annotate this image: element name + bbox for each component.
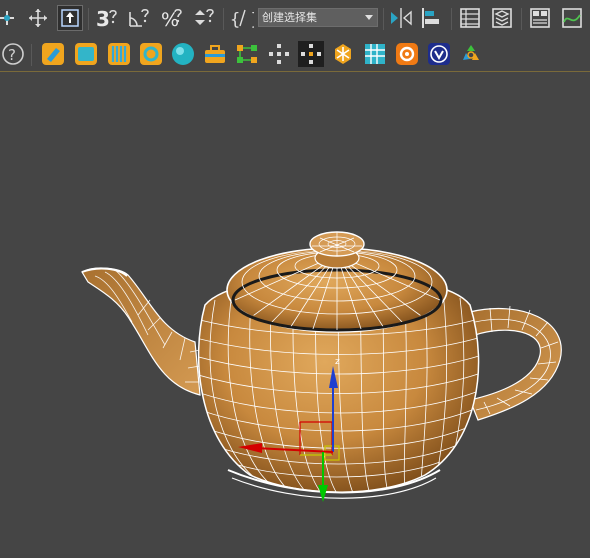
link-icon[interactable] [0, 5, 20, 31]
render-icon[interactable] [394, 41, 420, 67]
plugin-toolbar: ? [0, 36, 590, 116]
help-icon[interactable]: ? [0, 41, 26, 67]
eraser-icon[interactable] [40, 41, 66, 67]
main-toolbar: 3 % { } 创建选择集 [0, 0, 590, 36]
teapot-handle [469, 305, 562, 421]
svg-text:z: z [335, 357, 340, 367]
separator [383, 8, 384, 30]
spinner-snap-icon[interactable] [192, 5, 218, 31]
recycle-icon[interactable] [458, 41, 484, 67]
separator [31, 44, 32, 66]
gear-icon[interactable] [138, 41, 164, 67]
scatter-icon[interactable] [266, 41, 292, 67]
select-arrow-icon [61, 9, 79, 27]
scatter-selected-icon[interactable] [298, 41, 324, 67]
separator [88, 8, 89, 30]
move-icon[interactable] [25, 5, 51, 31]
mirror-icon[interactable] [388, 5, 414, 31]
svg-text:%: % [161, 9, 179, 30]
percent-snap-button[interactable]: % [160, 5, 186, 31]
align-icon[interactable] [418, 5, 444, 31]
named-selection-value: 创建选择集 [262, 11, 317, 24]
snowflake-icon[interactable] [330, 41, 356, 67]
braces-icon[interactable]: { } [228, 5, 254, 31]
teapot-scene: z [81, 231, 562, 502]
snap-3d-button[interactable]: 3 [95, 5, 121, 31]
svg-text:3: 3 [96, 7, 110, 30]
grid-icon[interactable] [362, 41, 388, 67]
toolbox-icon[interactable] [202, 41, 228, 67]
named-selection-dropdown[interactable]: 创建选择集 [258, 8, 378, 27]
curve-editor-icon[interactable] [559, 5, 585, 31]
perspective-viewport[interactable]: z [0, 72, 590, 554]
separator [451, 8, 452, 30]
ribbon-icon[interactable] [527, 5, 553, 31]
separator [521, 8, 522, 30]
angle-snap-icon[interactable] [127, 5, 153, 31]
layers-icon[interactable] [489, 5, 515, 31]
teapot-lid [226, 231, 448, 333]
separator [223, 8, 224, 30]
fill-icon[interactable] [73, 41, 99, 67]
hierarchy-icon[interactable] [234, 41, 260, 67]
list-icon[interactable] [457, 5, 483, 31]
select-object-button[interactable] [57, 5, 83, 31]
palette-icon[interactable] [106, 41, 132, 67]
teapot-spout [81, 267, 201, 396]
svg-text:?: ? [8, 46, 16, 64]
sphere-icon[interactable] [170, 41, 196, 67]
vray-icon[interactable] [426, 41, 452, 67]
chevron-down-icon [365, 15, 373, 20]
